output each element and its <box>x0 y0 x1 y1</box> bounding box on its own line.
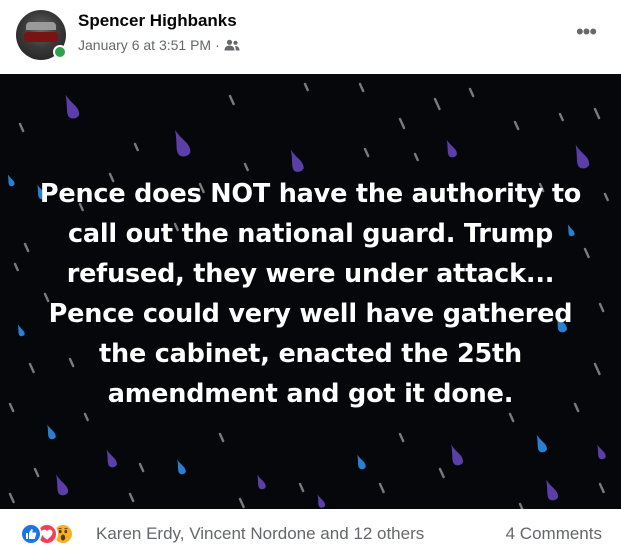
rain-streak <box>8 492 15 504</box>
rain-streak <box>363 147 370 158</box>
rain-streak <box>438 467 445 479</box>
friends-icon[interactable] <box>224 39 240 51</box>
rain-streak <box>8 402 15 413</box>
rain-streak <box>593 107 601 120</box>
meta-separator: · <box>215 37 220 53</box>
raindrop-shape <box>106 449 117 468</box>
author-name[interactable]: Spencer Highbanks <box>78 11 237 31</box>
raindrop-shape <box>357 454 366 470</box>
raindrop-shape <box>317 494 326 508</box>
raindrop-shape <box>47 424 56 440</box>
raindrop-shape <box>536 434 547 453</box>
post-text-line: the cabinet, enacted the 25th <box>99 339 522 369</box>
like-icon[interactable] <box>20 523 42 545</box>
raindrop-shape <box>65 94 80 119</box>
rain-streak <box>238 497 245 509</box>
raindrop-shape <box>446 139 457 158</box>
post-text-line: Pence could very well have gathered <box>48 299 573 329</box>
rain-streak <box>218 432 225 443</box>
post-text-line: amendment and got it done. <box>107 379 514 409</box>
rain-streak <box>358 82 365 93</box>
post-header: Spencer Highbanks January 6 at 3:51 PM ·… <box>0 0 621 74</box>
avatar[interactable] <box>16 10 67 60</box>
raindrop-shape <box>290 149 304 172</box>
rain-streak <box>413 152 419 162</box>
post-meta: January 6 at 3:51 PM · <box>78 37 240 53</box>
raindrop-shape <box>177 459 186 475</box>
rain-streak <box>33 467 40 478</box>
rain-streak <box>558 112 564 122</box>
raindrop-shape <box>56 474 69 496</box>
post-background: Pence does NOT have the authority to cal… <box>0 74 621 509</box>
rain-streak <box>138 462 145 473</box>
post-text-line: refused, they were under attack... <box>66 259 555 289</box>
post-timestamp[interactable]: January 6 at 3:51 PM <box>78 37 211 53</box>
comments-count-link[interactable]: 4 Comments <box>506 524 602 544</box>
online-status-icon <box>53 45 67 59</box>
rain-streak <box>398 117 406 130</box>
rain-streak <box>13 262 19 272</box>
raindrop-shape <box>7 174 15 187</box>
rain-streak <box>468 87 475 98</box>
rain-streak <box>303 82 309 92</box>
rain-streak <box>133 142 139 152</box>
rain-streak <box>228 94 235 106</box>
raindrop-shape <box>597 444 606 460</box>
post-text: Pence does NOT have the authority to cal… <box>20 174 601 414</box>
rain-streak <box>598 482 605 494</box>
post-footer: Karen Erdy, Vincent Nordone and 12 other… <box>0 509 621 559</box>
post-text-line: Pence does NOT have the authority to <box>39 179 582 209</box>
raindrop-shape <box>257 474 266 490</box>
rain-streak <box>378 482 385 494</box>
rain-streak <box>18 122 25 133</box>
rain-streak <box>298 482 305 493</box>
more-options-icon[interactable]: ••• <box>571 19 601 44</box>
rain-streak <box>513 120 520 131</box>
raindrop-shape <box>175 129 191 157</box>
rain-streak <box>243 162 249 172</box>
rain-streak <box>83 412 89 422</box>
raindrop-shape <box>451 444 464 466</box>
raindrop-shape <box>575 144 590 169</box>
rain-streak <box>398 432 405 443</box>
rain-streak <box>603 192 609 202</box>
reactors-summary[interactable]: Karen Erdy, Vincent Nordone and 12 other… <box>96 524 424 544</box>
post-text-line: call out the national guard. Trump <box>67 219 554 249</box>
raindrop-shape <box>546 479 559 501</box>
rain-streak <box>508 412 515 423</box>
reaction-icons[interactable] <box>20 523 74 545</box>
rain-streak <box>128 492 135 503</box>
rain-streak <box>433 97 441 111</box>
